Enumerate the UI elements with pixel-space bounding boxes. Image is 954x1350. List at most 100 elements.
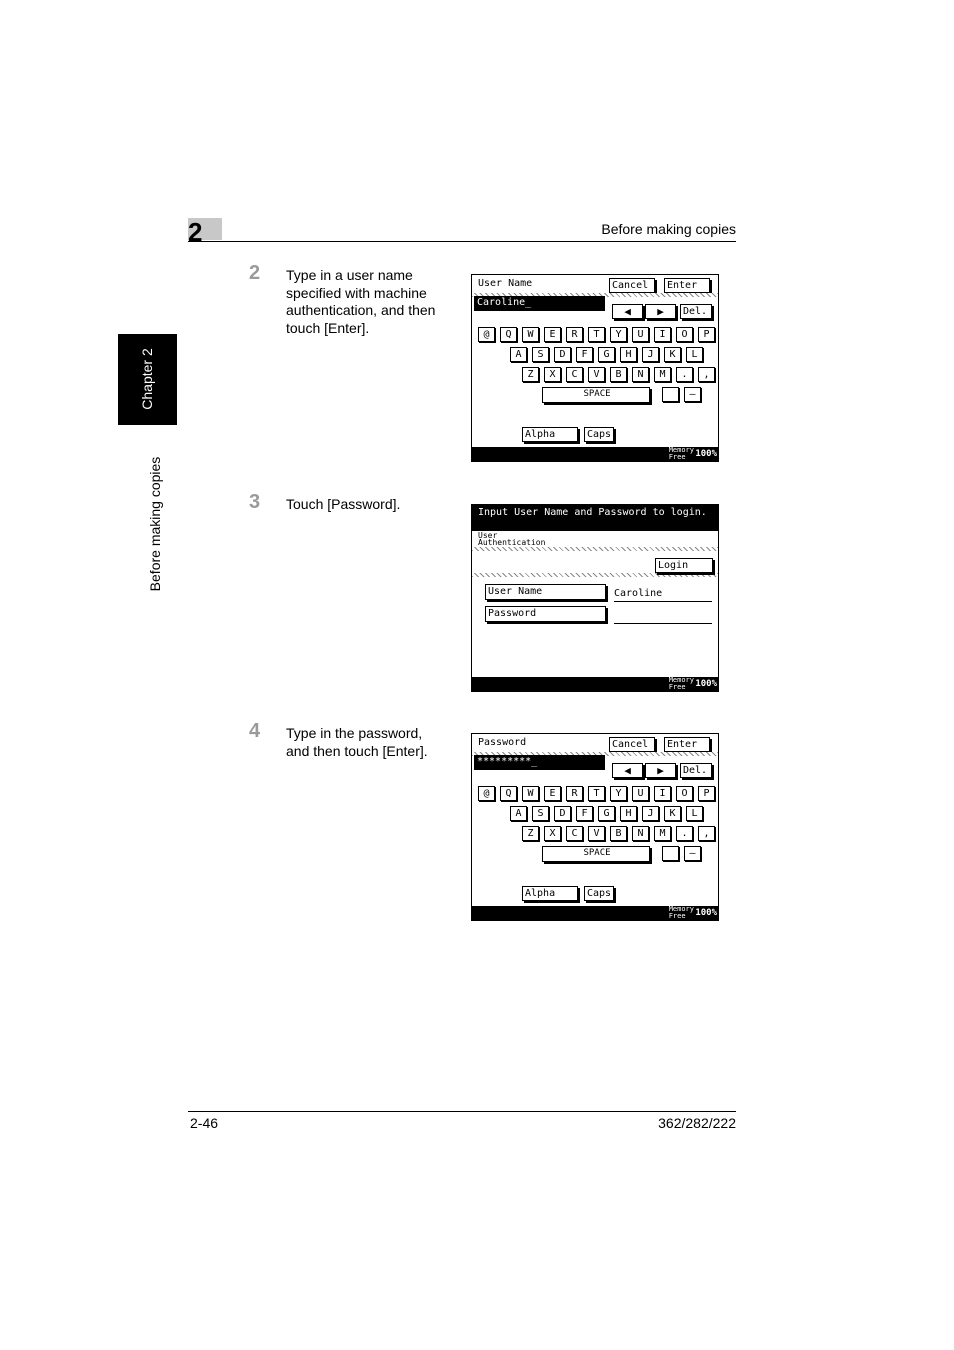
key[interactable]: Y xyxy=(610,786,627,801)
login-button[interactable]: Login xyxy=(655,558,713,573)
screen-subtitle: User Authentication xyxy=(478,532,545,547)
key[interactable]: J xyxy=(642,806,659,821)
key[interactable]: , xyxy=(698,826,715,841)
enter-button[interactable]: Enter xyxy=(664,278,710,293)
key[interactable]: , xyxy=(698,367,715,382)
key[interactable]: L xyxy=(686,806,703,821)
key[interactable]: C xyxy=(566,367,583,382)
key[interactable]: T xyxy=(588,786,605,801)
keyboard-screen-password: Password Cancel Enter *********_ ◀ ▶ Del… xyxy=(471,733,719,921)
key[interactable]: E xyxy=(544,327,561,342)
key[interactable]: J xyxy=(642,347,659,362)
key[interactable]: D xyxy=(554,806,571,821)
delete-button[interactable]: Del. xyxy=(680,304,712,319)
key[interactable]: K xyxy=(664,806,681,821)
key[interactable]: N xyxy=(632,826,649,841)
key[interactable]: N xyxy=(632,367,649,382)
key[interactable]: . xyxy=(676,367,693,382)
caps-button[interactable]: Caps xyxy=(584,427,614,442)
key[interactable]: F xyxy=(576,806,593,821)
divider-band xyxy=(472,547,718,551)
step-instruction: Type in a user name specified with machi… xyxy=(286,267,435,337)
key[interactable]: P xyxy=(698,786,715,801)
key[interactable]: S xyxy=(532,806,549,821)
text-entry-field[interactable]: Caroline_ xyxy=(474,296,605,311)
key[interactable]: G xyxy=(598,347,615,362)
arrow-right-icon: ▶ xyxy=(657,305,664,318)
key[interactable]: A xyxy=(510,806,527,821)
key[interactable]: U xyxy=(632,327,649,342)
cursor-right-button[interactable]: ▶ xyxy=(645,304,676,319)
key[interactable]: I xyxy=(654,327,671,342)
key[interactable]: D xyxy=(554,347,571,362)
key[interactable]: . xyxy=(676,826,693,841)
key[interactable]: V xyxy=(588,826,605,841)
user-name-button[interactable]: User Name xyxy=(485,584,606,600)
key[interactable]: W xyxy=(522,786,539,801)
key[interactable]: V xyxy=(588,367,605,382)
alpha-button[interactable]: Alpha xyxy=(522,427,578,442)
key[interactable]: C xyxy=(566,826,583,841)
key[interactable]: E xyxy=(544,786,561,801)
key[interactable]: @ xyxy=(478,327,495,342)
key[interactable]: X xyxy=(544,367,561,382)
enter-button[interactable]: Enter xyxy=(664,737,710,752)
password-button[interactable]: Password xyxy=(485,606,606,622)
key[interactable]: R xyxy=(566,327,583,342)
cursor-left-button[interactable]: ◀ xyxy=(612,304,643,319)
key[interactable]: R xyxy=(566,786,583,801)
cancel-button[interactable]: Cancel xyxy=(609,737,655,752)
caps-button[interactable]: Caps xyxy=(584,886,614,901)
key[interactable]: M xyxy=(654,826,671,841)
key[interactable]: L xyxy=(686,347,703,362)
text-entry-field[interactable]: *********_ xyxy=(474,755,605,770)
key[interactable]: H xyxy=(620,806,637,821)
cursor-left-button[interactable]: ◀ xyxy=(612,763,643,778)
key[interactable]: O xyxy=(676,786,693,801)
key[interactable]: W xyxy=(522,327,539,342)
arrow-left-icon: ◀ xyxy=(624,305,631,318)
cancel-button[interactable]: Cancel xyxy=(609,278,655,293)
key[interactable]: B xyxy=(610,367,627,382)
key[interactable]: Z xyxy=(522,826,539,841)
alpha-button[interactable]: Alpha xyxy=(522,886,578,901)
header-rule xyxy=(188,241,736,242)
key[interactable]: U xyxy=(632,786,649,801)
step-number: 3 xyxy=(249,491,261,513)
minus-key[interactable]: — xyxy=(684,846,701,861)
divider-band xyxy=(472,573,718,577)
key[interactable]: @ xyxy=(478,786,495,801)
arrow-left-icon: ◀ xyxy=(624,764,631,777)
key[interactable]: H xyxy=(620,347,637,362)
key[interactable]: B xyxy=(610,826,627,841)
key[interactable]: G xyxy=(598,806,615,821)
delete-button[interactable]: Del. xyxy=(680,763,712,778)
key[interactable]: Q xyxy=(500,786,517,801)
key[interactable]: O xyxy=(676,327,693,342)
cursor-right-button[interactable]: ▶ xyxy=(645,763,676,778)
key[interactable]: K xyxy=(664,347,681,362)
underscore-key[interactable] xyxy=(662,846,679,861)
page-number: 2-46 xyxy=(190,1115,219,1131)
key[interactable]: I xyxy=(654,786,671,801)
key[interactable]: Z xyxy=(522,367,539,382)
key[interactable]: P xyxy=(698,327,715,342)
step-line: Type in the password, xyxy=(286,725,423,741)
key[interactable]: S xyxy=(532,347,549,362)
key[interactable]: Y xyxy=(610,327,627,342)
key[interactable]: X xyxy=(544,826,561,841)
step-instruction: Type in the password, and then touch [En… xyxy=(286,725,428,760)
memory-label-line: Free xyxy=(668,683,686,691)
arrow-right-icon: ▶ xyxy=(657,764,664,777)
key[interactable]: M xyxy=(654,367,671,382)
chapter-number-box: 2 xyxy=(188,218,222,246)
key[interactable]: Q xyxy=(500,327,517,342)
minus-key[interactable]: — xyxy=(684,387,701,402)
key[interactable]: T xyxy=(588,327,605,342)
key[interactable]: F xyxy=(576,347,593,362)
underscore-key[interactable] xyxy=(662,387,679,402)
space-key[interactable]: SPACE xyxy=(542,846,650,862)
memory-label-line: Free xyxy=(668,453,686,461)
key[interactable]: A xyxy=(510,347,527,362)
space-key[interactable]: SPACE xyxy=(542,387,650,403)
